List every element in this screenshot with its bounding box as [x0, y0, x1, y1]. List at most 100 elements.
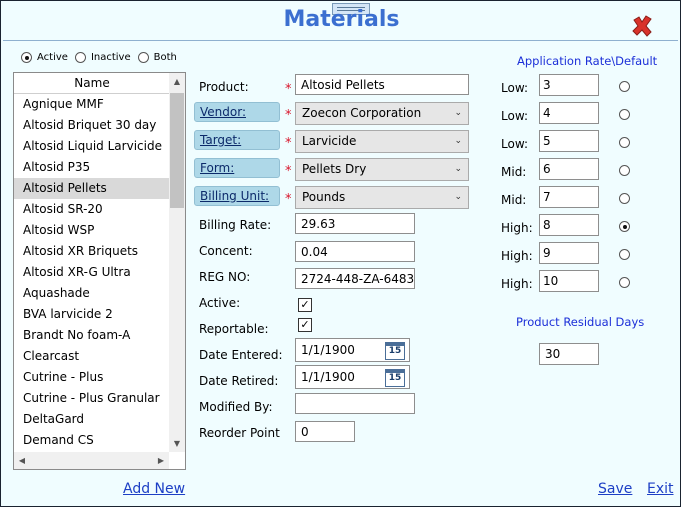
target-label[interactable]: Target: — [194, 130, 280, 150]
product-input[interactable]: Altosid Pellets — [295, 74, 469, 95]
default-rate-radio[interactable] — [619, 221, 630, 232]
rate-label: Low: — [501, 137, 529, 151]
chevron-down-icon: ⌄ — [454, 108, 462, 118]
rate-input[interactable]: 8 — [539, 214, 599, 236]
date-retired-value: 1/1/1900 — [301, 370, 355, 384]
scroll-right-icon[interactable]: ▶ — [153, 452, 169, 469]
default-rate-radio[interactable] — [619, 137, 630, 148]
rate-input[interactable]: 9 — [539, 242, 599, 264]
active-checkbox[interactable]: ✓ — [298, 298, 312, 312]
scroll-down-icon[interactable]: ▼ — [169, 435, 185, 452]
status-filter: Active Inactive Both — [21, 52, 184, 63]
target-dropdown[interactable]: Larvicide ⌄ — [295, 130, 469, 153]
rate-input[interactable]: 6 — [539, 158, 599, 180]
list-item[interactable]: Altosid WSP — [14, 220, 170, 241]
billing-unit-dropdown[interactable]: Pounds ⌄ — [295, 186, 469, 209]
list-item[interactable]: Altosid SR-20 — [14, 199, 170, 220]
scroll-up-icon[interactable]: ▲ — [169, 73, 185, 90]
title-divider — [3, 40, 678, 41]
form-required-mark: * — [285, 164, 292, 179]
concent-input[interactable]: 0.04 — [295, 241, 415, 262]
close-icon[interactable] — [630, 14, 654, 38]
rate-input[interactable]: 4 — [539, 102, 599, 124]
application-rate-heading: Application Rate\Default — [517, 54, 658, 68]
rate-label: Low: — [501, 109, 529, 123]
residual-days-input[interactable]: 30 — [539, 343, 599, 365]
rate-label: Low: — [501, 81, 529, 95]
filter-inactive-radio[interactable] — [74, 52, 86, 63]
reorder-point-label: Reorder Point — [199, 426, 280, 440]
vendor-label[interactable]: Vendor: — [194, 102, 280, 122]
list-vertical-scrollbar[interactable]: ▲ — [169, 73, 185, 452]
date-entered-value: 1/1/1900 — [301, 343, 355, 357]
chevron-down-icon: ⌄ — [454, 192, 462, 202]
active-label: Active: — [199, 296, 241, 310]
modified-by-label: Modified By: — [199, 400, 273, 414]
reportable-checkbox[interactable]: ✓ — [298, 318, 312, 332]
list-item[interactable]: Cutrine - Plus — [14, 367, 170, 388]
list-item[interactable]: Altosid Pellets — [14, 178, 170, 199]
list-item[interactable]: Clearcast — [14, 346, 170, 367]
rate-input[interactable]: 10 — [539, 270, 599, 292]
billing-rate-input[interactable]: 29.63 — [295, 213, 415, 234]
vendor-dropdown[interactable]: Zoecon Corporation ⌄ — [295, 102, 469, 125]
reportable-label: Reportable: — [199, 322, 269, 336]
list-item[interactable]: Altosid XR Briquets — [14, 241, 170, 262]
form-label[interactable]: Form: — [194, 158, 280, 178]
rate-label: Mid: — [501, 193, 527, 207]
filter-active-label[interactable]: Active — [37, 52, 68, 63]
list-item[interactable]: Cutrine - Plus Granular — [14, 388, 170, 409]
product-label: Product: — [199, 80, 249, 94]
filter-both-label[interactable]: Both — [154, 52, 177, 63]
default-rate-radio[interactable] — [619, 81, 630, 92]
calendar-icon[interactable]: 15 — [385, 369, 405, 387]
concent-label: Concent: — [199, 244, 253, 258]
list-item[interactable]: Aquashade — [14, 283, 170, 304]
list-item[interactable]: Altosid P35 — [14, 157, 170, 178]
modified-by-input[interactable] — [295, 393, 415, 414]
default-rate-radio[interactable] — [619, 109, 630, 120]
rate-label: Mid: — [501, 165, 527, 179]
chevron-down-icon: ⌄ — [454, 164, 462, 174]
calendar-icon[interactable]: 15 — [385, 342, 405, 360]
list-item[interactable]: Brandt No foam-A — [14, 325, 170, 346]
list-item[interactable]: Agnique MMF — [14, 94, 170, 115]
default-rate-radio[interactable] — [619, 249, 630, 260]
list-item[interactable]: Altosid XR-G Ultra — [14, 262, 170, 283]
list-item[interactable]: BVA larvicide 2 — [14, 304, 170, 325]
rate-input[interactable]: 5 — [539, 130, 599, 152]
reg-no-input[interactable]: 2724-448-ZA-64833 — [295, 268, 415, 289]
residual-days-heading: Product Residual Days — [516, 315, 645, 329]
window-title: Materials — [283, 7, 400, 32]
list-item[interactable]: DeltaGard — [14, 409, 170, 430]
vendor-required-mark: * — [285, 108, 292, 123]
date-retired-label: Date Retired: — [199, 374, 279, 388]
add-new-link[interactable]: Add New — [123, 481, 185, 497]
filter-inactive-label[interactable]: Inactive — [91, 52, 131, 63]
rate-input[interactable]: 3 — [539, 74, 599, 96]
save-link[interactable]: Save — [598, 481, 632, 497]
list-horizontal-scrollbar[interactable]: ◀ ▶ — [14, 452, 169, 469]
list-item[interactable]: Altosid Briquet 30 day — [14, 115, 170, 136]
default-rate-radio[interactable] — [619, 165, 630, 176]
scroll-thumb[interactable] — [170, 93, 184, 208]
exit-link[interactable]: Exit — [647, 481, 674, 497]
list-items: Agnique MMF Altosid Briquet 30 day Altosid… — [14, 94, 185, 451]
default-rate-radio[interactable] — [619, 277, 630, 288]
list-item[interactable]: Altosid Liquid Larvicide — [14, 136, 170, 157]
billing-unit-label[interactable]: Billing Unit: — [194, 186, 280, 206]
rate-label: High: — [501, 277, 533, 291]
target-value: Larvicide — [302, 134, 357, 148]
reorder-point-input[interactable]: 0 — [295, 421, 355, 442]
scroll-left-icon[interactable]: ◀ — [14, 452, 30, 469]
list-item[interactable]: Demand CS — [14, 430, 170, 451]
form-value: Pellets Dry — [302, 162, 367, 176]
materials-list[interactable]: Name Agnique MMF Altosid Briquet 30 day Al… — [13, 72, 186, 470]
list-header-name[interactable]: Name — [14, 73, 170, 94]
rate-input[interactable]: 7 — [539, 186, 599, 208]
form-dropdown[interactable]: Pellets Dry ⌄ — [295, 158, 469, 181]
filter-active-radio[interactable] — [21, 52, 32, 63]
default-rate-radio[interactable] — [619, 193, 630, 204]
rate-label: High: — [501, 249, 533, 263]
filter-both-radio[interactable] — [137, 52, 149, 63]
